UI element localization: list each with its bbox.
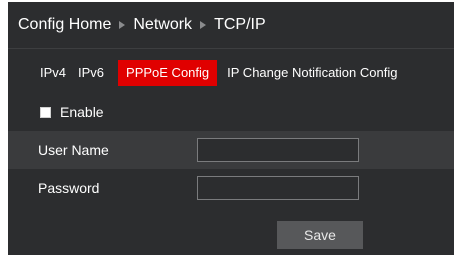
breadcrumb-tcp-ip: TCP/IP (214, 16, 266, 33)
tab-ip-change-notification-config[interactable]: IP Change Notification Config (221, 60, 403, 86)
username-row: User Name (8, 131, 454, 169)
breadcrumb-arrow-icon (119, 21, 126, 29)
password-field[interactable] (197, 176, 359, 200)
breadcrumb-arrow-icon (200, 21, 207, 29)
username-field[interactable] (197, 138, 359, 162)
tab-pppoe-config[interactable]: PPPoE Config (118, 60, 218, 86)
password-row: Password (8, 169, 454, 207)
username-label: User Name (38, 142, 109, 158)
pppoe-config-panel: Config Home Network TCP/IP IPv4 IPv6 PPP… (8, 2, 454, 255)
header-bar: Config Home Network TCP/IP (8, 2, 454, 49)
breadcrumb-config-home[interactable]: Config Home (18, 16, 111, 34)
breadcrumb: Config Home Network TCP/IP (8, 16, 266, 34)
enable-row: Enable (40, 102, 104, 122)
enable-label: Enable (60, 104, 104, 120)
tab-ipv6[interactable]: IPv6 (72, 60, 110, 86)
breadcrumb-network[interactable]: Network (133, 16, 192, 34)
tab-ipv4[interactable]: IPv4 (34, 60, 72, 86)
tab-bar: IPv4 IPv6 PPPoE Config IP Change Notific… (8, 60, 454, 86)
password-label: Password (38, 180, 100, 196)
save-button[interactable]: Save (277, 221, 363, 249)
enable-checkbox[interactable] (40, 106, 51, 118)
